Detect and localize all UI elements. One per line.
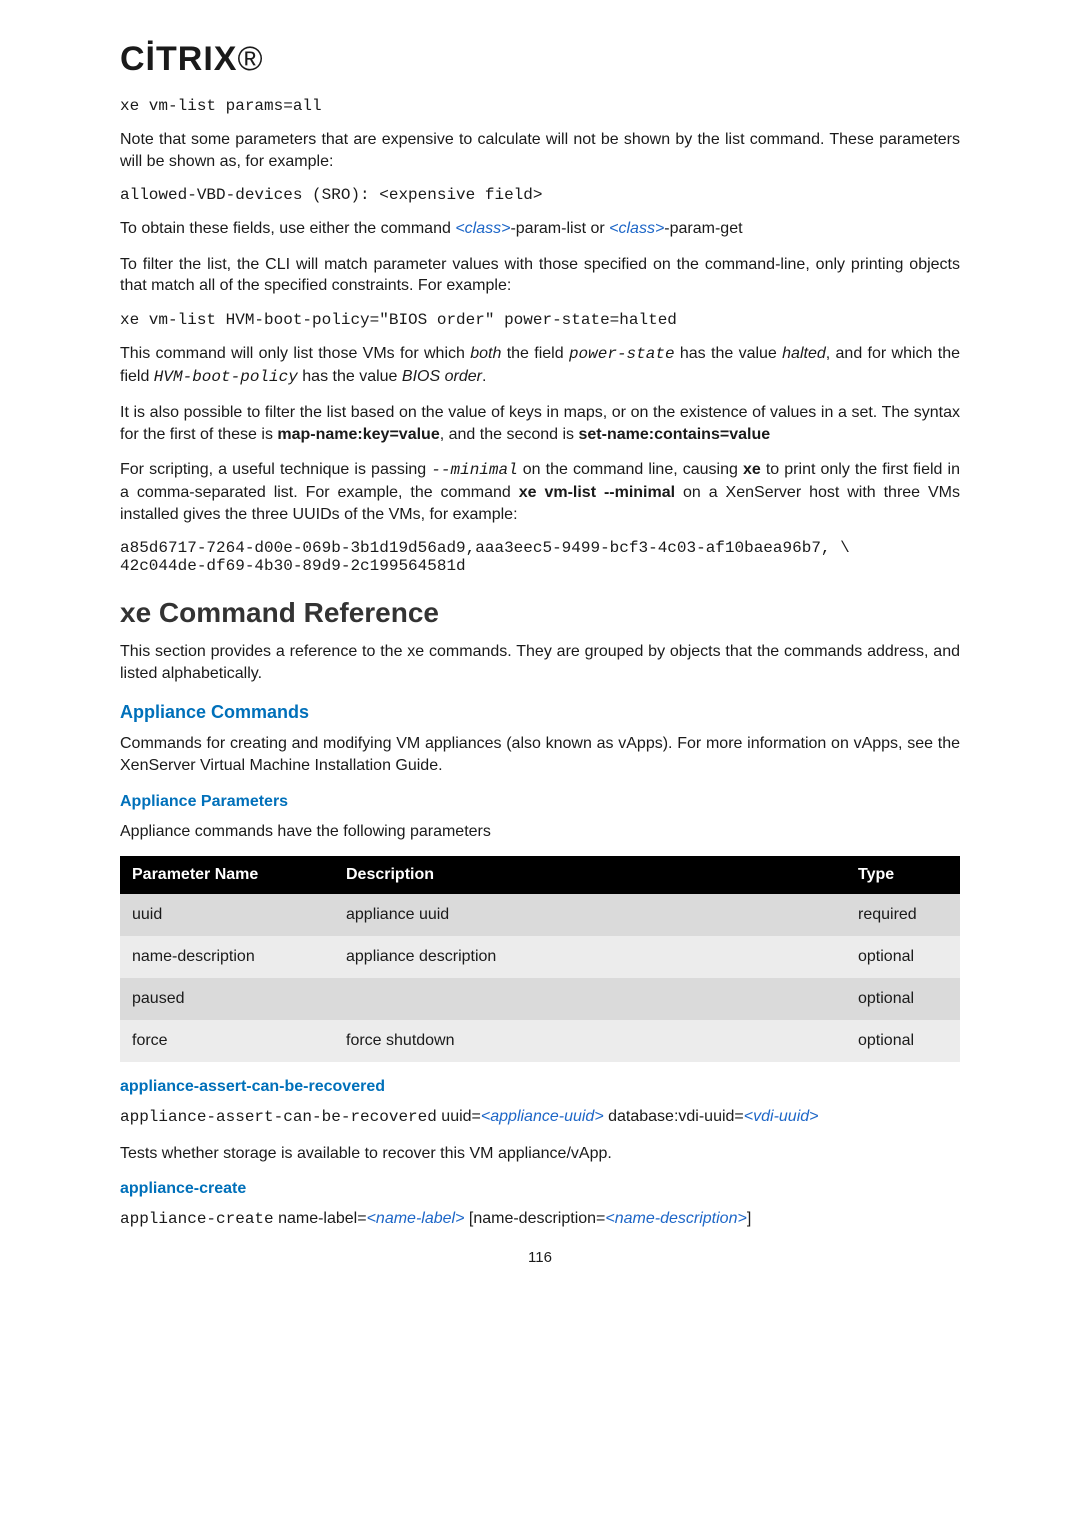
paragraph: Appliance commands have the following pa… [120,821,960,843]
command-name: appliance-create [120,1210,274,1228]
paragraph: To filter the list, the CLI will match p… [120,254,960,297]
paragraph: For scripting, a useful technique is pas… [120,459,960,525]
paragraph: This command will only list those VMs fo… [120,343,960,388]
table-row: uuid appliance uuid required [120,894,960,936]
text: name-label= [274,1210,367,1227]
cell: force [120,1020,334,1062]
heading-appliance-create: appliance-create [120,1180,960,1198]
paragraph: It is also possible to filter the list b… [120,402,960,445]
code-inline: power-state [569,345,675,363]
paragraph: Tests whether storage is available to re… [120,1143,960,1165]
text-italic: halted [782,345,826,362]
cell: appliance uuid [334,894,846,936]
cell: optional [846,1020,960,1062]
code-block: xe vm-list HVM-boot-policy="BIOS order" … [120,311,960,329]
text: the field [501,345,569,362]
code-block: xe vm-list params=all [120,97,960,115]
text-italic: both [470,345,501,362]
text: uuid= [437,1108,481,1125]
arg-link[interactable]: <name-description> [605,1210,746,1227]
heading-appliance-parameters: Appliance Parameters [120,793,960,811]
text-bold: xe vm-list --minimal [519,484,675,501]
text: [name-description= [464,1210,605,1227]
cell: name-description [120,936,334,978]
table-row: name-description appliance description o… [120,936,960,978]
logo-text: CİTRIX [120,40,237,78]
arg-link[interactable]: <name-label> [367,1210,465,1227]
logo-dot: ® [237,40,263,78]
text: -param-list or [510,220,609,237]
class-link[interactable]: <class> [455,220,510,237]
col-parameter-name: Parameter Name [120,856,334,894]
citrix-logo: CİTRIX® [120,40,960,79]
paragraph: Note that some parameters that are expen… [120,129,960,172]
cell: optional [846,978,960,1020]
cell: force shutdown [334,1020,846,1062]
text: has the value [675,345,783,362]
text: For scripting, a useful technique is pas… [120,461,431,478]
col-type: Type [846,856,960,894]
text: . [482,368,486,385]
text: ] [747,1210,751,1227]
code-block: a85d6717-7264-d00e-069b-3b1d19d56ad9,aaa… [120,539,960,575]
text: To obtain these fields, use either the c… [120,220,455,237]
text: , and the second is [440,426,579,443]
text: has the value [298,368,402,385]
cell [334,978,846,1020]
command-name: appliance-assert-can-be-recovered [120,1108,437,1126]
text-italic: BIOS order [402,368,482,385]
command-line: appliance-assert-can-be-recovered uuid=<… [120,1106,960,1129]
paragraph: Commands for creating and modifying VM a… [120,733,960,776]
command-line: appliance-create name-label=<name-label>… [120,1208,960,1231]
heading-appliance-assert: appliance-assert-can-be-recovered [120,1078,960,1096]
col-description: Description [334,856,846,894]
cell: optional [846,936,960,978]
class-link[interactable]: <class> [609,220,664,237]
parameter-table: Parameter Name Description Type uuid app… [120,856,960,1062]
text-bold: set-name:contains=value [578,426,770,443]
table-row: paused optional [120,978,960,1020]
table-row: force force shutdown optional [120,1020,960,1062]
paragraph: This section provides a reference to the… [120,641,960,684]
code-block: allowed-VBD-devices (SRO): <expensive fi… [120,186,960,204]
text: database:vdi-uuid= [604,1108,744,1125]
arg-link[interactable]: <vdi-uuid> [744,1108,819,1125]
cell: paused [120,978,334,1020]
page: CİTRIX® xe vm-list params=all Note that … [0,0,1080,1527]
code-inline: HVM-boot-policy [154,368,298,386]
text: on the command line, causing [518,461,743,478]
page-number: 116 [120,1249,960,1266]
heading-appliance-commands: Appliance Commands [120,702,960,723]
cell: appliance description [334,936,846,978]
heading-command-reference: xe Command Reference [120,597,960,629]
text-bold: map-name:key=value [277,426,439,443]
text: -param-get [664,220,742,237]
text-bold: xe [743,461,761,478]
text: This command will only list those VMs fo… [120,345,470,362]
arg-link[interactable]: <appliance-uuid> [481,1108,604,1125]
code-inline: --minimal [431,461,517,479]
cell: required [846,894,960,936]
table-header-row: Parameter Name Description Type [120,856,960,894]
paragraph: To obtain these fields, use either the c… [120,218,960,240]
cell: uuid [120,894,334,936]
